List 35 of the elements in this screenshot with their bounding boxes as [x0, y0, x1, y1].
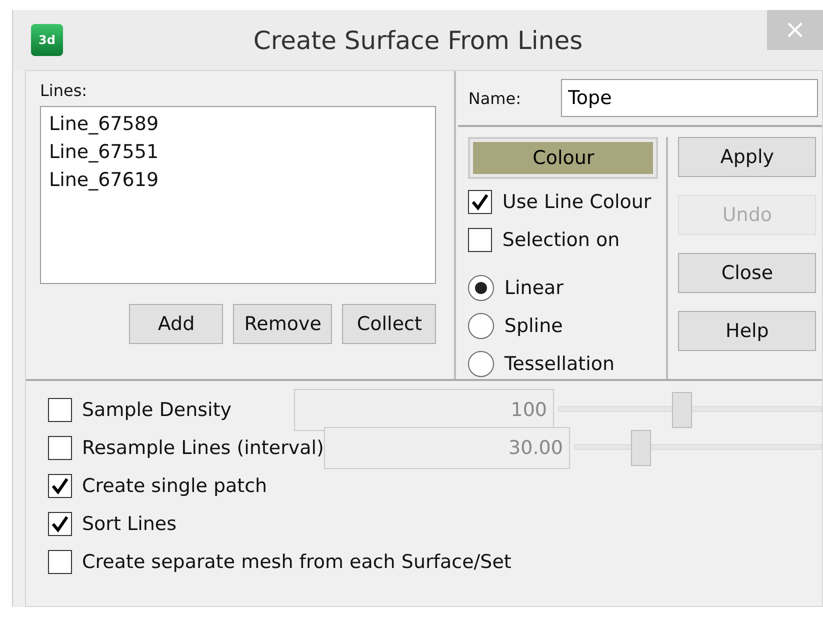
list-action-button[interactable]: Collect	[342, 304, 436, 344]
list-item[interactable]: Line_67619	[49, 169, 428, 191]
window-title: Create Surface From Lines	[252, 26, 584, 54]
checkbox[interactable]	[468, 190, 492, 214]
radio-label: Tessellation	[504, 353, 615, 375]
option-label: Sample Density	[82, 399, 232, 421]
radio-button[interactable]	[468, 351, 494, 377]
option-label: Create single patch	[82, 475, 268, 497]
app-logo-icon: 3d	[31, 24, 63, 56]
action-button[interactable]: Help	[678, 311, 816, 351]
action-button[interactable]: Apply	[678, 137, 816, 177]
option-label: Create separate mesh from each Surface/Set	[82, 551, 512, 573]
option-label: Sort Lines	[82, 513, 176, 535]
action-button[interactable]: Close	[678, 253, 816, 293]
list-action-button[interactable]: Add	[129, 304, 224, 344]
list-action-button[interactable]: Remove	[233, 304, 332, 344]
list-item[interactable]: Line_67551	[49, 141, 428, 163]
checkbox-label: Selection on	[502, 229, 620, 251]
list-item[interactable]: Line_67589	[49, 113, 428, 135]
option-label: Resample Lines (interval)	[82, 437, 324, 459]
radio-label: Spline	[504, 315, 563, 337]
checkbox[interactable]	[48, 474, 72, 498]
checkbox[interactable]	[48, 512, 72, 536]
check-icon	[51, 477, 69, 495]
name-field[interactable]: Tope	[561, 79, 818, 117]
radio-label: Linear	[504, 277, 564, 299]
radio-button[interactable]	[468, 275, 494, 301]
checkbox[interactable]	[48, 550, 72, 574]
radio-button[interactable]	[468, 313, 494, 339]
lines-label: Lines:	[40, 81, 88, 100]
name-label: Name:	[468, 88, 521, 108]
check-icon	[471, 193, 490, 211]
checkbox[interactable]	[468, 228, 492, 252]
check-icon	[51, 515, 69, 533]
checkbox-label: Use Line Colour	[502, 191, 652, 213]
